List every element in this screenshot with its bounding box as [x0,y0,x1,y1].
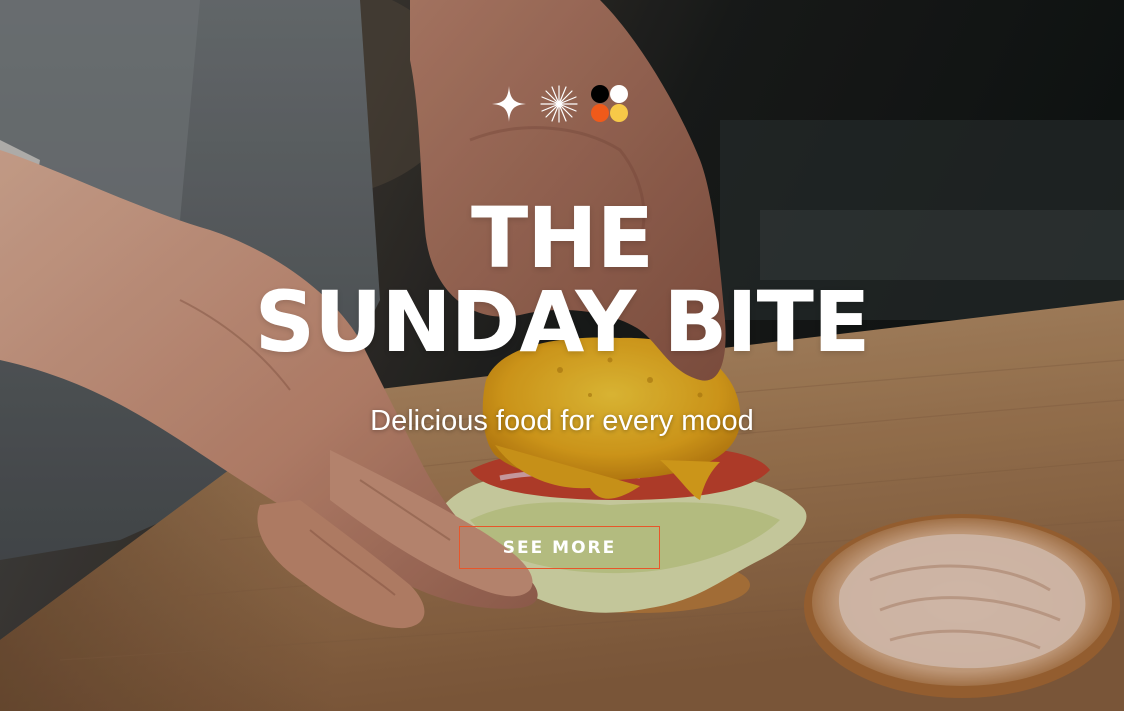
starburst-icon [540,85,578,123]
see-more-button[interactable]: SEE MORE [459,526,660,569]
hero-section: THE SUNDAY BITE Delicious food for every… [0,0,1124,711]
brand-logo [490,84,630,124]
hero-title-line1: THE [471,189,654,287]
hero-title-line2: SUNDAY BITE [254,273,871,371]
four-point-star-icon [492,86,526,122]
four-dots-icon [591,85,628,122]
hero-tagline: Delicious food for every mood [370,405,754,437]
